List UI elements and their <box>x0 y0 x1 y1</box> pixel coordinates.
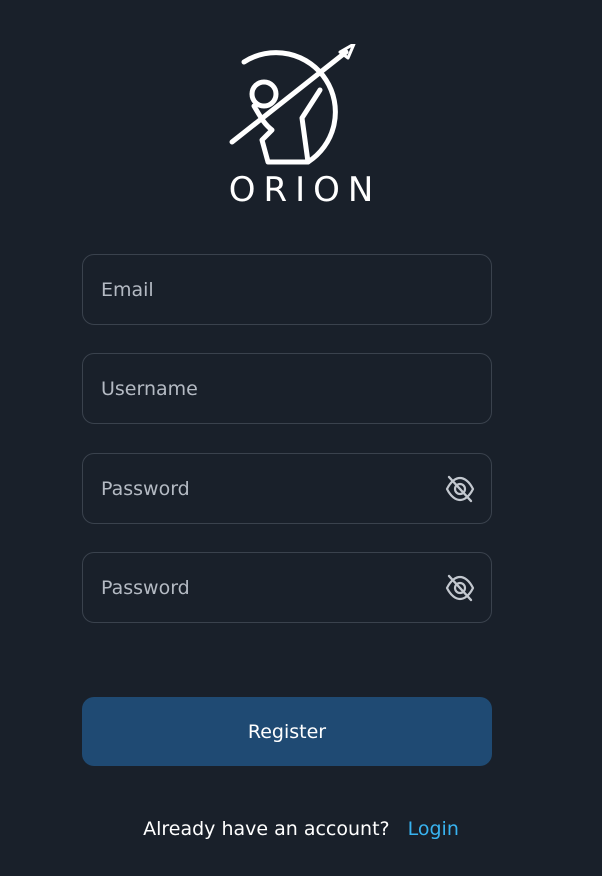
username-input[interactable] <box>101 354 441 423</box>
email-input[interactable] <box>101 255 441 324</box>
username-field-box <box>82 353 492 424</box>
archer-logo-icon <box>229 44 356 165</box>
login-prompt: Already have an account? Login <box>0 818 602 840</box>
brand-logo: ORION <box>0 36 602 210</box>
register-button[interactable]: Register <box>82 697 492 766</box>
login-prompt-text: Already have an account? <box>143 818 390 840</box>
email-field-box <box>82 254 492 325</box>
password-field-box <box>82 453 492 524</box>
confirm-password-field-box <box>82 552 492 623</box>
eye-slash-icon[interactable] <box>445 475 475 503</box>
confirm-password-input[interactable] <box>101 553 441 622</box>
password-input[interactable] <box>101 454 441 523</box>
eye-slash-icon[interactable] <box>445 574 475 602</box>
login-link[interactable]: Login <box>408 818 459 840</box>
brand-wordmark: ORION <box>228 170 382 210</box>
register-screen: ORION Register Already have an accou <box>0 0 602 876</box>
